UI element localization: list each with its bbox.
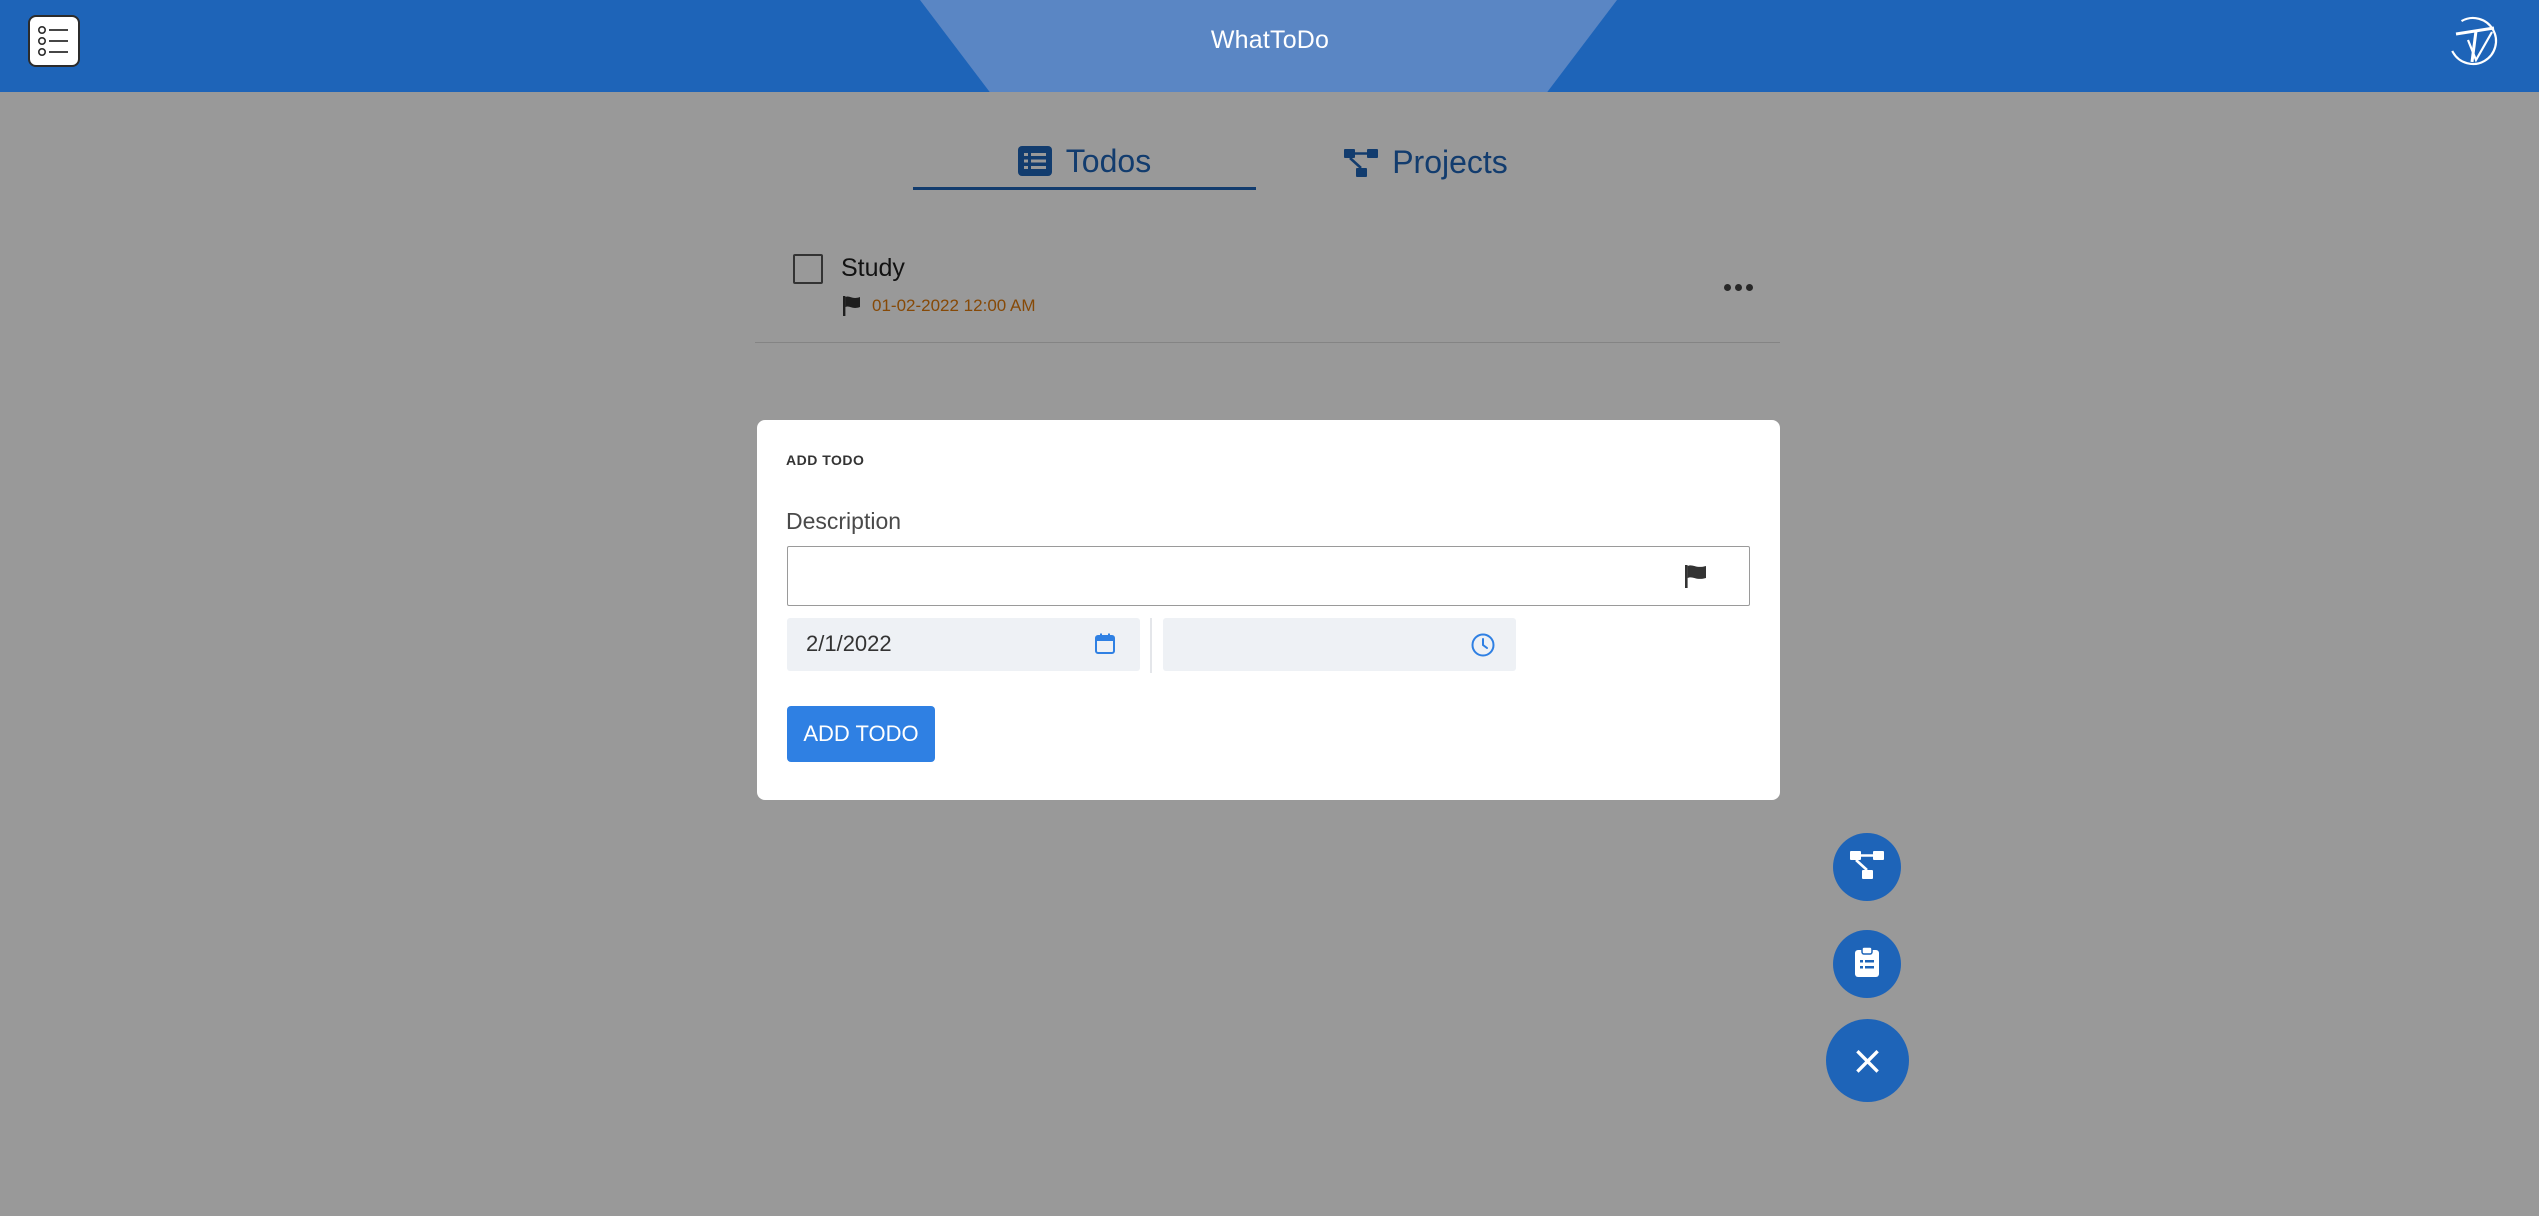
close-fab-button[interactable]: ×: [1826, 1019, 1909, 1102]
date-picker[interactable]: 2/1/2022: [787, 618, 1140, 671]
app-title: WhatToDo: [1210, 26, 1330, 54]
add-todo-button[interactable]: ADD TODO: [787, 706, 935, 762]
modal-title: ADD TODO: [786, 452, 865, 468]
project-tree-icon: [1850, 850, 1884, 885]
add-todo-modal: ADD TODO Description 2/1/2022 ADD TODO: [757, 420, 1780, 800]
add-todo-fab[interactable]: [1833, 930, 1901, 998]
app-root: WhatToDo Todos Projects Study 01-02-2022…: [0, 0, 2539, 1216]
close-icon: ×: [1850, 1037, 1885, 1084]
date-value: 2/1/2022: [806, 631, 892, 656]
add-project-fab[interactable]: [1833, 833, 1901, 901]
clock-icon[interactable]: [1470, 632, 1496, 663]
priority-flag-icon[interactable]: [1682, 562, 1710, 590]
time-picker[interactable]: [1163, 618, 1516, 671]
checklist-menu-icon[interactable]: [28, 15, 80, 67]
field-divider: [1150, 618, 1152, 673]
description-input[interactable]: [787, 546, 1750, 606]
description-label: Description: [786, 508, 902, 534]
whattodo-logo-icon[interactable]: [2446, 14, 2502, 70]
app-header: WhatToDo: [0, 0, 2539, 92]
calendar-icon[interactable]: [1093, 632, 1117, 661]
clipboard-icon: [1854, 945, 1880, 983]
